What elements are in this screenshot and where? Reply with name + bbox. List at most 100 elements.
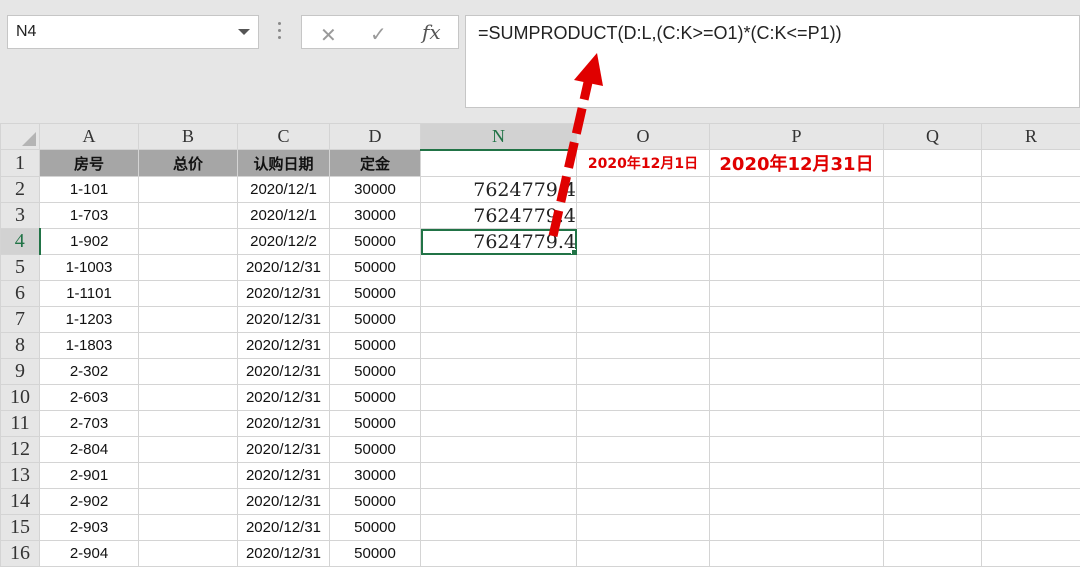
cell-a[interactable]: 2-302: [39, 358, 139, 385]
row-header[interactable]: 8: [0, 332, 40, 359]
cell[interactable]: [709, 176, 884, 203]
cell[interactable]: [883, 514, 982, 541]
row-header[interactable]: 10: [0, 384, 40, 411]
drag-handle-icon[interactable]: [276, 18, 282, 46]
row-header[interactable]: 12: [0, 436, 40, 463]
cell[interactable]: [709, 358, 884, 385]
cell-p1[interactable]: 2020年12月31日: [709, 149, 884, 177]
cell-a[interactable]: 2-804: [39, 436, 139, 463]
cell[interactable]: [576, 306, 710, 333]
cell-d[interactable]: 50000: [329, 410, 421, 437]
cell-a[interactable]: 2-603: [39, 384, 139, 411]
cell-b[interactable]: [138, 332, 238, 359]
formula-input[interactable]: =SUMPRODUCT(D:L,(C:K>=O1)*(C:K<=P1)): [465, 15, 1080, 108]
cell-b[interactable]: [138, 202, 238, 229]
cell[interactable]: [883, 332, 982, 359]
cell[interactable]: [883, 280, 982, 307]
cell[interactable]: [709, 228, 884, 255]
cell-a[interactable]: 1-902: [39, 228, 139, 255]
cell-a[interactable]: 1-1003: [39, 254, 139, 281]
cell[interactable]: [883, 228, 982, 255]
cell-d[interactable]: 50000: [329, 540, 421, 567]
cell-b[interactable]: [138, 358, 238, 385]
cell[interactable]: [883, 384, 982, 411]
row-header[interactable]: 2: [0, 176, 40, 203]
cell-r1[interactable]: [981, 149, 1080, 177]
cell[interactable]: [883, 462, 982, 489]
cell[interactable]: [883, 202, 982, 229]
cell-c[interactable]: 2020/12/31: [237, 384, 330, 411]
cell-b[interactable]: [138, 540, 238, 567]
cell[interactable]: [709, 514, 884, 541]
active-cell-n4[interactable]: 7624779.4: [420, 228, 577, 255]
cell[interactable]: [981, 462, 1080, 489]
cell-d[interactable]: 30000: [329, 202, 421, 229]
row-header[interactable]: 6: [0, 280, 40, 307]
cell-d[interactable]: 50000: [329, 306, 421, 333]
cell-b[interactable]: [138, 488, 238, 515]
cell-c[interactable]: 2020/12/31: [237, 436, 330, 463]
cell-b[interactable]: [138, 228, 238, 255]
cell[interactable]: [981, 514, 1080, 541]
row-header[interactable]: 1: [0, 149, 40, 177]
name-box[interactable]: N4: [7, 15, 259, 49]
cell-b[interactable]: [138, 176, 238, 203]
cell[interactable]: [420, 540, 577, 567]
cell-c[interactable]: 2020/12/31: [237, 254, 330, 281]
select-all-corner[interactable]: [0, 123, 40, 150]
cell[interactable]: [883, 254, 982, 281]
cell[interactable]: [883, 488, 982, 515]
cell-c[interactable]: 2020/12/31: [237, 514, 330, 541]
cell[interactable]: [576, 488, 710, 515]
cell-c[interactable]: 2020/12/1: [237, 176, 330, 203]
cell[interactable]: [981, 384, 1080, 411]
cell[interactable]: [981, 410, 1080, 437]
cell-d[interactable]: 50000: [329, 332, 421, 359]
cell[interactable]: [981, 280, 1080, 307]
cell-c[interactable]: 2020/12/1: [237, 202, 330, 229]
cell-a[interactable]: 1-1803: [39, 332, 139, 359]
cell-d[interactable]: 50000: [329, 358, 421, 385]
cell-o1[interactable]: 2020年12月1日: [576, 149, 710, 177]
cell[interactable]: [576, 384, 710, 411]
cell-a[interactable]: 2-902: [39, 488, 139, 515]
cell[interactable]: [883, 176, 982, 203]
cell[interactable]: [576, 280, 710, 307]
cell[interactable]: [576, 540, 710, 567]
cell-a[interactable]: 1-1101: [39, 280, 139, 307]
cell[interactable]: [709, 202, 884, 229]
cell-c[interactable]: 2020/12/31: [237, 280, 330, 307]
cell[interactable]: [981, 332, 1080, 359]
cell-c[interactable]: 2020/12/2: [237, 228, 330, 255]
cell[interactable]: [981, 202, 1080, 229]
cell[interactable]: [576, 410, 710, 437]
cell-n1[interactable]: [420, 149, 577, 177]
cell[interactable]: [709, 462, 884, 489]
cell[interactable]: [981, 436, 1080, 463]
cell-d[interactable]: 50000: [329, 228, 421, 255]
cell[interactable]: [576, 332, 710, 359]
cell[interactable]: [709, 384, 884, 411]
cell[interactable]: [420, 280, 577, 307]
cell[interactable]: [420, 358, 577, 385]
cell[interactable]: [576, 358, 710, 385]
cell[interactable]: [883, 358, 982, 385]
cell[interactable]: [420, 514, 577, 541]
cell[interactable]: [709, 488, 884, 515]
cell-a[interactable]: 1-101: [39, 176, 139, 203]
cell-a[interactable]: 1-1203: [39, 306, 139, 333]
cell-b[interactable]: [138, 280, 238, 307]
cell[interactable]: [709, 306, 884, 333]
cell-d[interactable]: 50000: [329, 384, 421, 411]
cell[interactable]: [420, 384, 577, 411]
cell[interactable]: [576, 254, 710, 281]
cell-a[interactable]: 1-703: [39, 202, 139, 229]
cell[interactable]: [709, 280, 884, 307]
cell-q1[interactable]: [883, 149, 982, 177]
row-header[interactable]: 16: [0, 540, 40, 567]
cell-d[interactable]: 50000: [329, 436, 421, 463]
cell[interactable]: [576, 228, 710, 255]
cell-d[interactable]: 50000: [329, 254, 421, 281]
cell-d[interactable]: 30000: [329, 462, 421, 489]
cell[interactable]: [709, 410, 884, 437]
